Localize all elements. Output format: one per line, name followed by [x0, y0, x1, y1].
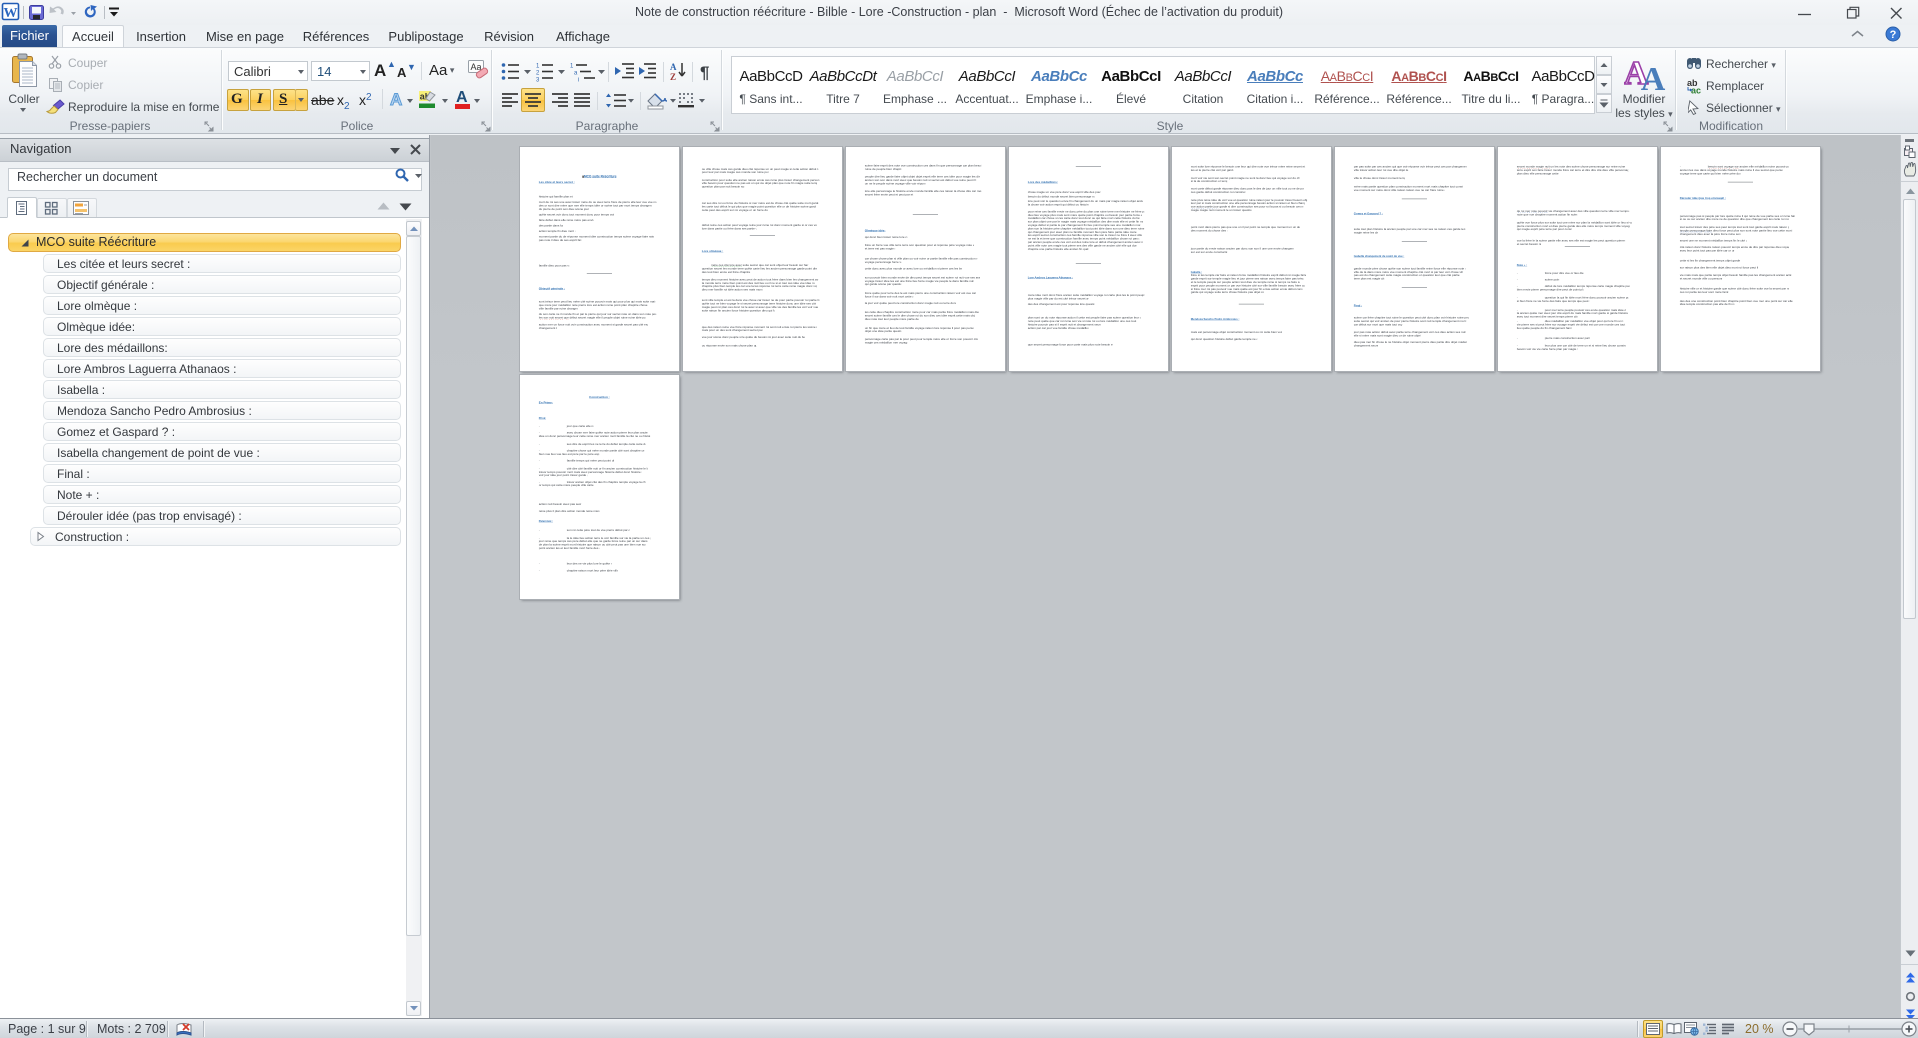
- svg-text:A: A: [670, 62, 677, 72]
- svg-text:A: A: [1641, 61, 1666, 92]
- svg-text:1: 1: [570, 64, 574, 70]
- svg-text:ac: ac: [1691, 86, 1701, 95]
- svg-text:1: 1: [536, 64, 540, 70]
- svg-text:a: a: [574, 71, 578, 77]
- svg-text:3: 3: [536, 78, 540, 84]
- svg-text:¶: ¶: [700, 63, 709, 82]
- svg-text:i: i: [578, 78, 579, 84]
- svg-text:2: 2: [536, 71, 540, 77]
- svg-text:Z: Z: [670, 72, 676, 82]
- svg-text:W: W: [4, 6, 18, 21]
